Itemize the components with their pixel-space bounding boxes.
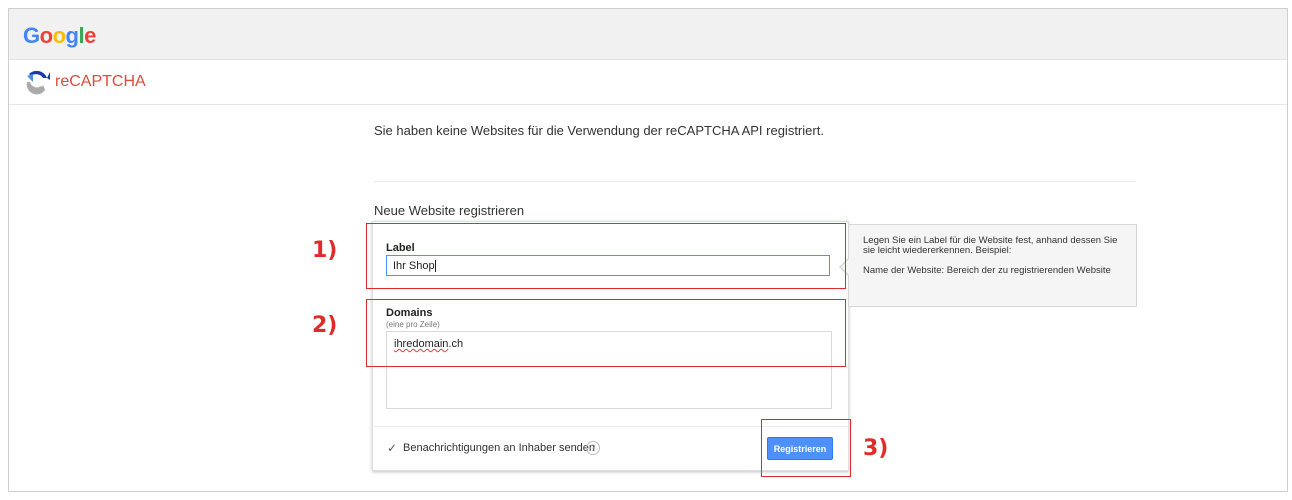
notify-checkbox-label[interactable]: Benachrichtigungen an Inhaber senden: [403, 442, 595, 454]
annotation-box-1: [366, 223, 846, 289]
register-section-title: Neue Website registrieren: [374, 203, 525, 218]
tooltip-text-1: Legen Sie ein Label für die Website fest…: [863, 235, 1118, 256]
notify-checkbox-check-icon[interactable]: ✓: [387, 441, 397, 455]
no-sites-message: Sie haben keine Websites für die Verwend…: [374, 123, 824, 138]
google-logo-letter: o: [52, 23, 66, 48]
tooltip-text-2: Name der Website: Bereich der zu registr…: [863, 265, 1111, 276]
google-logo-letter: o: [39, 23, 53, 48]
recaptcha-logo-icon: [26, 70, 50, 95]
annotation-box-2: [366, 299, 846, 367]
label-help-tooltip: Legen Sie ein Label für die Website fest…: [848, 224, 1137, 307]
annotation-label-1: 1): [312, 238, 338, 263]
help-icon[interactable]: ?: [586, 441, 600, 455]
annotation-label-3: 3): [863, 436, 889, 461]
recaptcha-bar: reCAPTCHA: [9, 60, 1287, 105]
google-logo-letter: e: [84, 23, 96, 48]
google-bar: Google: [9, 9, 1287, 60]
google-logo-letter: G: [23, 23, 40, 48]
section-divider: [374, 181, 1136, 182]
browser-frame: Google reCAPTCHA Sie haben keine Website…: [8, 8, 1288, 492]
annotation-label-2: 2): [312, 313, 338, 338]
google-logo[interactable]: Google: [23, 23, 96, 49]
annotation-box-3: [761, 419, 851, 477]
google-logo-letter: g: [65, 23, 79, 48]
product-title[interactable]: reCAPTCHA: [55, 73, 146, 91]
